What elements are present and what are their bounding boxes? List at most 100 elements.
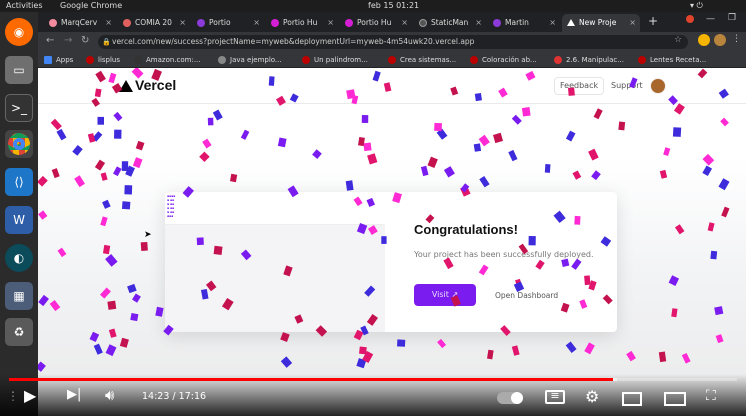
external-link-icon: ↗ xyxy=(451,290,459,299)
word-processor-icon[interactable]: W xyxy=(5,206,33,234)
bookmark-manipulacion[interactable]: 2.6. Manipulac... xyxy=(554,54,624,66)
extension-icon[interactable] xyxy=(698,34,710,46)
vercel-logo-icon[interactable] xyxy=(119,80,133,92)
tab-portio-hu-1[interactable]: Portio Hu × xyxy=(266,14,338,32)
bookmark-favicon-icon xyxy=(302,56,310,64)
settings-gear-icon[interactable]: ⚙ xyxy=(585,387,599,406)
chrome-icon[interactable] xyxy=(5,130,33,158)
bookmark-favicon-icon xyxy=(86,56,94,64)
visit-button[interactable]: Visit ↗ xyxy=(414,284,476,306)
tab-staticman[interactable]: StaticMan × xyxy=(414,14,486,32)
tab-portio[interactable]: Portio × xyxy=(192,14,264,32)
new-tab-icon[interactable]: + xyxy=(648,14,658,28)
bookmark-coloracion[interactable]: Coloración ab... xyxy=(470,54,537,66)
bookmark-amazon[interactable]: Amazon.com:... xyxy=(134,54,201,66)
bookmark-java[interactable]: Java ejemplo... xyxy=(218,54,282,66)
tab-portio-hu-2[interactable]: Portio Hu × xyxy=(340,14,412,32)
tab-label: New Proje xyxy=(579,18,617,27)
bookmark-label: Coloración ab... xyxy=(482,56,537,64)
back-icon[interactable]: ← xyxy=(46,35,54,46)
bookmark-lisplus[interactable]: lisplus xyxy=(86,54,120,66)
bookmark-favicon-icon xyxy=(554,56,562,64)
bookmark-label: 2.6. Manipulac... xyxy=(566,56,624,64)
bookmark-label: Crea sistemas... xyxy=(400,56,457,64)
mouse-cursor-icon: ➤ xyxy=(144,230,152,240)
clock[interactable]: feb 15 01:21 xyxy=(368,1,419,10)
system-tray-icons[interactable]: ▾ ⏻ xyxy=(690,1,703,11)
app-circle-icon[interactable]: ◐ xyxy=(5,244,33,272)
tab-favicon-icon xyxy=(271,19,279,27)
vercel-brand[interactable]: Vercel xyxy=(135,77,176,93)
tab-close-icon[interactable]: × xyxy=(401,14,408,32)
bookmark-label: Java ejemplo... xyxy=(230,56,282,64)
forward-icon[interactable]: → xyxy=(64,35,72,46)
terminal-icon[interactable]: >_ xyxy=(5,94,33,122)
volume-icon[interactable]: 🔊︎ xyxy=(105,386,114,404)
open-dashboard-link[interactable]: Open Dashboard xyxy=(495,291,558,300)
bookmark-label: Amazon.com:... xyxy=(146,56,201,64)
bookmark-lentes[interactable]: Lentes Receta... xyxy=(638,54,706,66)
tab-close-icon[interactable]: × xyxy=(549,14,556,32)
next-icon[interactable]: ▶| xyxy=(67,387,81,402)
subtitles-icon[interactable]: ≡ xyxy=(545,390,565,404)
vscode-icon[interactable]: ⟨⟩ xyxy=(5,168,33,196)
bookmark-star-icon[interactable]: ☆ xyxy=(674,35,682,45)
autoplay-toggle[interactable] xyxy=(497,392,523,404)
tab-label: Portio Hu xyxy=(357,18,392,27)
firefox-icon[interactable]: ◉ xyxy=(5,18,33,46)
tab-favicon-icon xyxy=(123,19,131,27)
tab-label: Portio Hu xyxy=(283,18,318,27)
bookmark-favicon-icon xyxy=(388,56,396,64)
play-icon[interactable]: ▶ xyxy=(24,386,36,405)
tab-close-icon[interactable]: × xyxy=(629,14,636,32)
bookmark-favicon-icon xyxy=(470,56,478,64)
url-text: vercel.com/new/success?projectName=myweb… xyxy=(112,37,475,46)
feedback-button[interactable]: Feedback xyxy=(554,77,605,95)
theater-mode-icon[interactable] xyxy=(664,392,686,406)
tab-comia[interactable]: COMIA 20 × xyxy=(118,14,190,32)
time-separator: / xyxy=(172,391,176,402)
user-avatar[interactable] xyxy=(650,78,666,94)
support-link[interactable]: Support xyxy=(611,81,643,90)
tab-marqcerv[interactable]: MarqCerv × xyxy=(44,14,116,32)
reload-icon[interactable]: ↻ xyxy=(81,35,89,46)
tab-label: COMIA 20 xyxy=(135,18,172,27)
bookmark-palindromo[interactable]: Un palindrom... xyxy=(302,54,368,66)
lock-icon: 🔒 xyxy=(102,38,111,46)
tab-close-icon[interactable]: × xyxy=(179,14,186,32)
tab-close-icon[interactable]: × xyxy=(327,14,334,32)
files-icon[interactable]: ▭ xyxy=(5,56,33,84)
bookmark-sistemas[interactable]: Crea sistemas... xyxy=(388,54,456,66)
active-app-label[interactable]: Google Chrome xyxy=(60,1,122,10)
vercel-header: Vercel Feedback Support xyxy=(38,68,746,104)
tab-new-project[interactable]: New Proje × xyxy=(562,14,640,32)
window-close-icon[interactable] xyxy=(686,15,694,23)
window-minimize-icon[interactable]: — xyxy=(706,14,715,24)
tab-martin[interactable]: Martin × xyxy=(488,14,560,32)
time-display: 14:23 / 17:16 xyxy=(142,391,206,402)
deploy-success-card: ▪▪▪▪ ▪ ▪▪ ▪ ▪▪ ▪ ▪▪ ▪ ▪▪ ▪▪▪ Congratulations!… xyxy=(165,192,617,332)
tab-close-icon[interactable]: × xyxy=(105,14,112,32)
total-time: 17:16 xyxy=(178,391,207,402)
tab-favicon-icon xyxy=(197,19,205,27)
miniplayer-icon[interactable] xyxy=(622,392,642,406)
bookmark-label: Lentes Receta... xyxy=(650,56,707,64)
bookmarks-bar: Apps lisplus Amazon.com:... Java ejemplo… xyxy=(38,52,746,68)
tab-close-icon[interactable]: × xyxy=(475,14,482,32)
menu-kebab-icon[interactable]: ⋮ xyxy=(732,34,741,44)
tab-close-icon[interactable]: × xyxy=(253,14,260,32)
tab-favicon-icon xyxy=(49,19,57,27)
fullscreen-icon[interactable]: ⛶ xyxy=(706,388,716,404)
ubuntu-dock: ◉ ▭ >_ ⟨⟩ W ◐ ▦ ♻ ⋮⋮ xyxy=(0,12,38,416)
video-progress-bar[interactable] xyxy=(9,378,737,381)
url-bar[interactable]: 🔒 vercel.com/new/success?projectName=myw… xyxy=(98,35,688,49)
trash-icon[interactable]: ♻ xyxy=(5,318,33,346)
bookmark-apps[interactable]: Apps xyxy=(44,54,73,66)
profile-avatar[interactable] xyxy=(714,34,726,46)
window-maximize-icon[interactable]: ❐ xyxy=(728,13,736,23)
activities-label[interactable]: Activities xyxy=(6,1,43,10)
apps-grid-icon xyxy=(44,56,52,64)
image-viewer-icon[interactable]: ▦ xyxy=(5,282,33,310)
progress-played xyxy=(9,378,613,381)
deployment-preview[interactable] xyxy=(165,224,385,332)
